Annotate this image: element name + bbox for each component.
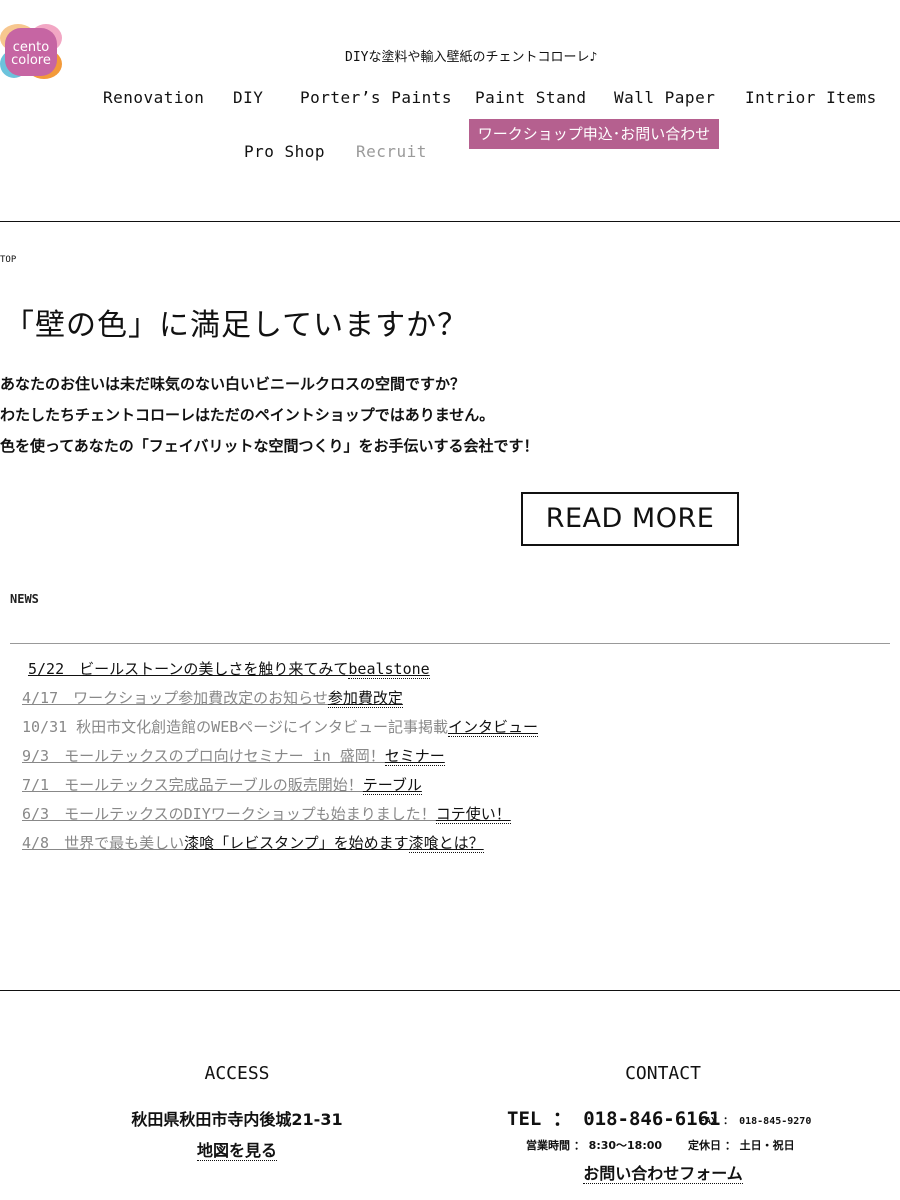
contact-heading: CONTACT: [625, 1063, 701, 1084]
nav-porters-paints[interactable]: Porter’s Paints: [300, 88, 452, 107]
news-item[interactable]: 5/22 ビールストーンの美しさを触り来てみてbealstone: [28, 658, 430, 679]
news-item[interactable]: 4/8 世界で最も美しい漆喰「レビスタンプ」を始めます漆喰とは？: [22, 832, 484, 853]
news-tag[interactable]: インタビュー: [447, 718, 538, 737]
news-title[interactable]: 6/3 モールテックスのDIYワークショップも始まりました！: [22, 805, 436, 823]
svg-text:colore: colore: [11, 53, 51, 68]
page-title: 「壁の色」に満足していますか？: [4, 308, 469, 343]
nav-wall-paper[interactable]: Wall Paper: [614, 88, 715, 107]
news-title-cont[interactable]: 漆喰「レビスタンプ」を始めます: [184, 834, 409, 852]
news-tag[interactable]: 参加費改定: [327, 689, 403, 708]
tagline: DIYな塗料や輸入壁紙のチェントコローレ♪: [345, 50, 598, 65]
read-more-button[interactable]: READ MORE: [521, 492, 739, 546]
news-tag[interactable]: bealstone: [348, 660, 430, 679]
business-hours: 営業時間 ： 8:30～18:00: [526, 1139, 663, 1152]
news-tag[interactable]: 漆喰とは？: [408, 834, 484, 853]
footer-divider: [0, 990, 900, 991]
cento-colore-logo-icon: cento colore: [0, 24, 62, 79]
map-link-wrap: 地図を見る: [87, 1137, 387, 1161]
logo[interactable]: cento colore: [0, 22, 62, 80]
header-divider: [0, 221, 900, 222]
nav-pro-shop[interactable]: Pro Shop: [244, 142, 325, 161]
news-title[interactable]: 4/8 世界で最も美しい: [22, 834, 184, 852]
map-link[interactable]: 地図を見る: [196, 1141, 277, 1161]
tel-number[interactable]: TEL ： 018-846-6161: [507, 1104, 720, 1131]
workshop-contact-button[interactable]: ワークショップ申込･お問い合わせ: [469, 119, 719, 149]
nav-diy[interactable]: DIY: [233, 88, 263, 107]
news-title[interactable]: 5/22 ビールストーンの美しさを触り来てみて: [28, 660, 348, 678]
hero-line-1: あなたのお住いは未だ味気のない白いビニールクロスの空間ですか？: [0, 375, 466, 393]
news-item[interactable]: 4/17 ワークショップ参加費改定のお知らせ参加費改定: [22, 687, 403, 708]
nav-recruit[interactable]: Recruit: [356, 142, 427, 161]
news-title[interactable]: 9/3 モールテックスのプロ向けセミナー in 盛岡！: [22, 747, 385, 765]
address: 秋田県秋田市寺内後城21-31: [131, 1110, 343, 1129]
news-title[interactable]: 4/17 ワークショップ参加費改定のお知らせ: [22, 689, 328, 707]
news-heading: NEWS: [10, 592, 39, 606]
nav-intrior-items[interactable]: Intrior Items: [745, 88, 877, 107]
contact-form-wrap: お問い合わせフォーム: [513, 1160, 813, 1184]
hero-line-3: 色を使ってあなたの「フェイバリットな空間つくり」をお手伝いする会社です！: [0, 437, 539, 455]
news-title[interactable]: 7/1 モールテックス完成品テーブルの販売開始！: [22, 776, 363, 794]
news-tag[interactable]: セミナー: [384, 747, 445, 766]
news-item[interactable]: 6/3 モールテックスのDIYワークショップも始まりました！コテ使い！: [22, 803, 511, 824]
news-tag[interactable]: テーブル: [362, 776, 422, 795]
news-title: 10/31 秋田市文化創造館のWEBページにインタビュー記事掲載: [22, 718, 448, 736]
fax-number: FAX ： 018-845-9270: [699, 1116, 812, 1127]
closed-days: 定休日 ： 土日・祝日: [688, 1139, 795, 1152]
news-item[interactable]: 7/1 モールテックス完成品テーブルの販売開始！テーブル: [22, 774, 422, 795]
access-heading: ACCESS: [204, 1063, 270, 1084]
contact-form-link[interactable]: お問い合わせフォーム: [583, 1164, 743, 1184]
hero-line-2: わたしたちチェントコローレはただのペイントショップではありません。: [0, 406, 495, 424]
news-divider: [10, 643, 890, 644]
news-item[interactable]: 9/3 モールテックスのプロ向けセミナー in 盛岡！セミナー: [22, 745, 445, 766]
nav-paint-stand[interactable]: Paint Stand: [475, 88, 586, 107]
breadcrumb[interactable]: TOP: [0, 255, 16, 265]
nav-renovation[interactable]: Renovation: [103, 88, 204, 107]
news-tag[interactable]: コテ使い！: [435, 805, 511, 824]
news-item[interactable]: 10/31 秋田市文化創造館のWEBページにインタビュー記事掲載インタビュー: [22, 716, 538, 737]
